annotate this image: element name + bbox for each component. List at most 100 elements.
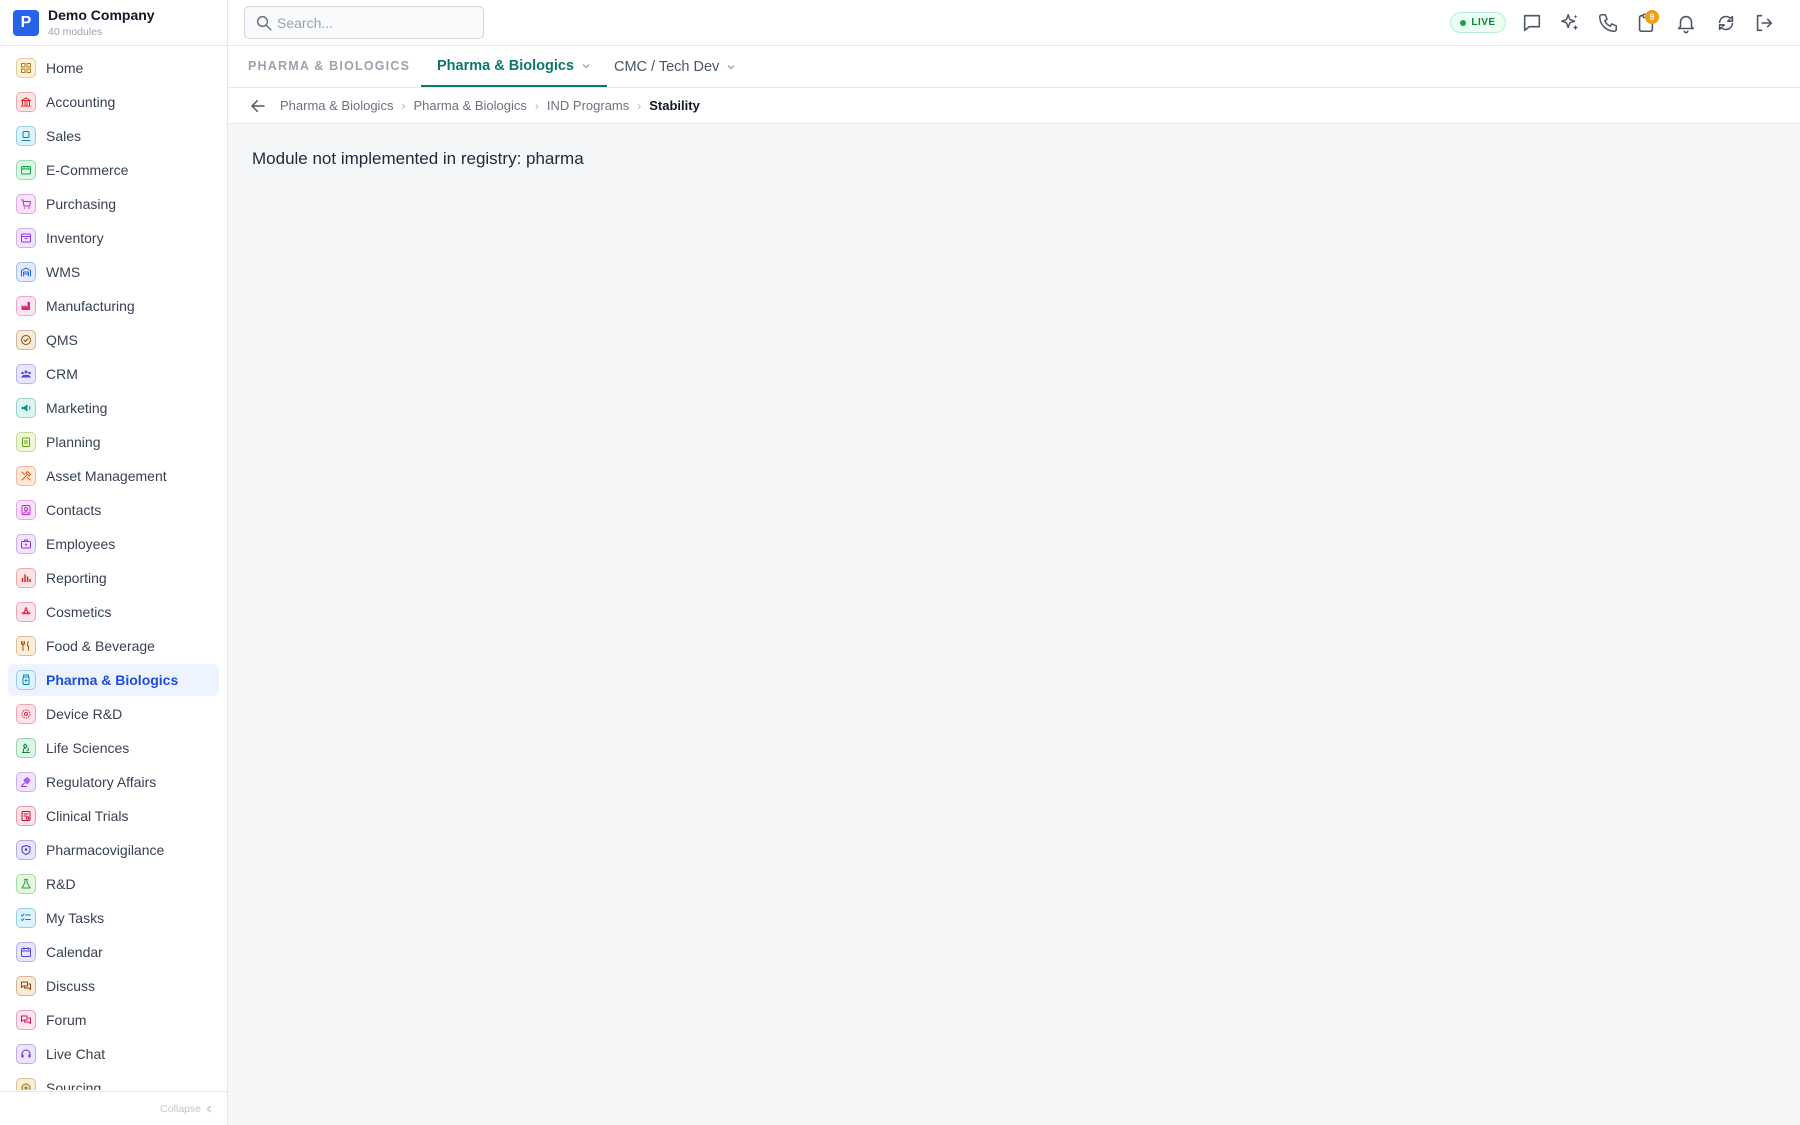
module-message: Module not implemented in registry: phar… [252, 149, 584, 168]
users-icon [21, 370, 31, 378]
back-button[interactable] [246, 94, 270, 118]
sidebar-item-e-commerce[interactable]: E-Commerce [8, 154, 219, 186]
sidebar: P Demo Company 40 modules Home Accounting… [0, 0, 228, 1125]
topbar: LIVE 9 [228, 0, 1800, 46]
sidebar-item-label: Live Chat [46, 1046, 106, 1062]
sidebar-item-label: Device R&D [46, 706, 123, 722]
sidebar-item-planning[interactable]: Planning [8, 426, 219, 458]
sidebar-item-my-tasks[interactable]: My Tasks [8, 902, 219, 934]
shield-icon [21, 845, 31, 855]
sync-button[interactable] [1712, 9, 1740, 37]
cart-icon [21, 199, 31, 209]
megaphone-icon [21, 404, 31, 412]
sidebar-item-label: Manufacturing [46, 298, 135, 314]
sidebar-item-contacts[interactable]: Contacts [8, 494, 219, 526]
sidebar-item-reporting[interactable]: Reporting [8, 562, 219, 594]
sidebar-item-label: Sales [46, 128, 82, 144]
brand-logo: P [13, 9, 39, 36]
factory-icon [21, 302, 30, 310]
live-dot [1460, 19, 1467, 26]
sidebar-icon-box [16, 534, 36, 554]
pill-bottle-icon [22, 674, 30, 685]
sidebar-item-label: Asset Management [46, 468, 167, 484]
sidebar-item-cosmetics[interactable]: Cosmetics [8, 596, 219, 628]
sidebar-item-sales[interactable]: Sales [8, 120, 219, 152]
search-box[interactable] [244, 6, 484, 39]
sidebar-item-discuss[interactable]: Discuss [8, 970, 219, 1002]
sidebar-item-device-randd[interactable]: Device R&D [8, 698, 219, 730]
sidebar-item-label: Clinical Trials [46, 808, 129, 824]
contact-icon [21, 505, 31, 515]
sidebar-item-label: Pharma & Biologics [46, 672, 179, 688]
sidebar-item-label: Home [46, 60, 84, 76]
sidebar-nav: Home Accounting Sales E-Commerce Purchasing I… [8, 52, 219, 1090]
collapse-button[interactable]: Collapse [0, 1091, 227, 1125]
collapse-label: Collapse [160, 1102, 201, 1115]
sidebar-item-wms[interactable]: WMS [8, 256, 219, 288]
sidebar-item-calendar[interactable]: Calendar [8, 936, 219, 968]
sidebar-icon-box [16, 704, 36, 724]
phone-icon [1599, 14, 1617, 32]
sidebar-item-employees[interactable]: Employees [8, 528, 219, 560]
phone-button[interactable] [1594, 9, 1622, 37]
sidebar-item-life-sciences[interactable]: Life Sciences [8, 732, 219, 764]
box-icon [21, 233, 31, 243]
notifications-button[interactable] [1672, 9, 1700, 37]
sidebar-item-crm[interactable]: CRM [8, 358, 219, 390]
calendar-icon [21, 947, 31, 957]
sidebar-item-accounting[interactable]: Accounting [8, 86, 219, 118]
sidebar-icon-box [16, 92, 36, 112]
message-icon [1523, 14, 1541, 32]
bar-chart-icon [21, 574, 31, 582]
sidebar-item-purchasing[interactable]: Purchasing [8, 188, 219, 220]
utensils-icon [21, 641, 29, 651]
breadcrumb-link[interactable]: Pharma & Biologics [413, 98, 526, 113]
sidebar-icon-box [16, 1078, 36, 1090]
logout-button[interactable] [1750, 9, 1778, 37]
sidebar-item-randd[interactable]: R&D [8, 868, 219, 900]
activity-button[interactable]: 9 [1632, 9, 1660, 37]
sidebar-item-label: Marketing [46, 400, 108, 416]
gavel-icon [21, 777, 31, 787]
sidebar-item-clinical-trials[interactable]: Clinical Trials [8, 800, 219, 832]
ai-assistant-button[interactable] [1556, 9, 1584, 37]
sidebar-item-sourcing[interactable]: Sourcing [8, 1072, 219, 1090]
sidebar-item-manufacturing[interactable]: Manufacturing [8, 290, 219, 322]
sidebar-item-label: Reporting [46, 570, 107, 586]
sidebar-item-pharmacovigilance[interactable]: Pharmacovigilance [8, 834, 219, 866]
sidebar-item-live-chat[interactable]: Live Chat [8, 1038, 219, 1070]
chevron-down-icon [582, 63, 590, 68]
sidebar-item-qms[interactable]: QMS [8, 324, 219, 356]
sidebar-item-pharma-and-biologics[interactable]: Pharma & Biologics [8, 664, 219, 696]
sidebar-item-forum[interactable]: Forum [8, 1004, 219, 1036]
tab-pharma-biologics[interactable]: Pharma & Biologics [421, 46, 607, 87]
messages-button[interactable] [1518, 9, 1546, 37]
store-icon [21, 166, 31, 175]
sidebar-item-regulatory-affairs[interactable]: Regulatory Affairs [8, 766, 219, 798]
brand-header[interactable]: P Demo Company 40 modules [0, 0, 227, 46]
sidebar-item-label: Calendar [46, 944, 103, 960]
sidebar-item-label: Forum [46, 1012, 87, 1028]
sidebar-item-home[interactable]: Home [8, 52, 219, 84]
sync-icon [1718, 15, 1734, 31]
sidebar-icon-box [16, 296, 36, 316]
tab-cmc-tech-dev[interactable]: CMC / Tech Dev [598, 46, 752, 87]
breadcrumb-link[interactable]: IND Programs [547, 98, 629, 113]
module-count: 40 modules [48, 25, 103, 38]
sidebar-item-inventory[interactable]: Inventory [8, 222, 219, 254]
sidebar-icon-box [16, 1010, 36, 1030]
sidebar-item-asset-management[interactable]: Asset Management [8, 460, 219, 492]
sidebar-item-label: Pharmacovigilance [46, 842, 165, 858]
tab-label: CMC / Tech Dev [614, 58, 720, 75]
notification-badge: 9 [1645, 10, 1659, 24]
sidebar-icon-box [16, 806, 36, 826]
search-icon [256, 15, 272, 30]
search-input[interactable] [277, 14, 477, 31]
sidebar-icon-box [16, 738, 36, 758]
sidebar-item-label: Food & Beverage [46, 638, 155, 654]
checklist-icon [21, 913, 31, 921]
breadcrumb-link[interactable]: Pharma & Biologics [280, 98, 393, 113]
sidebar-item-label: WMS [46, 264, 81, 280]
sidebar-item-food-and-beverage[interactable]: Food & Beverage [8, 630, 219, 662]
sidebar-item-marketing[interactable]: Marketing [8, 392, 219, 424]
